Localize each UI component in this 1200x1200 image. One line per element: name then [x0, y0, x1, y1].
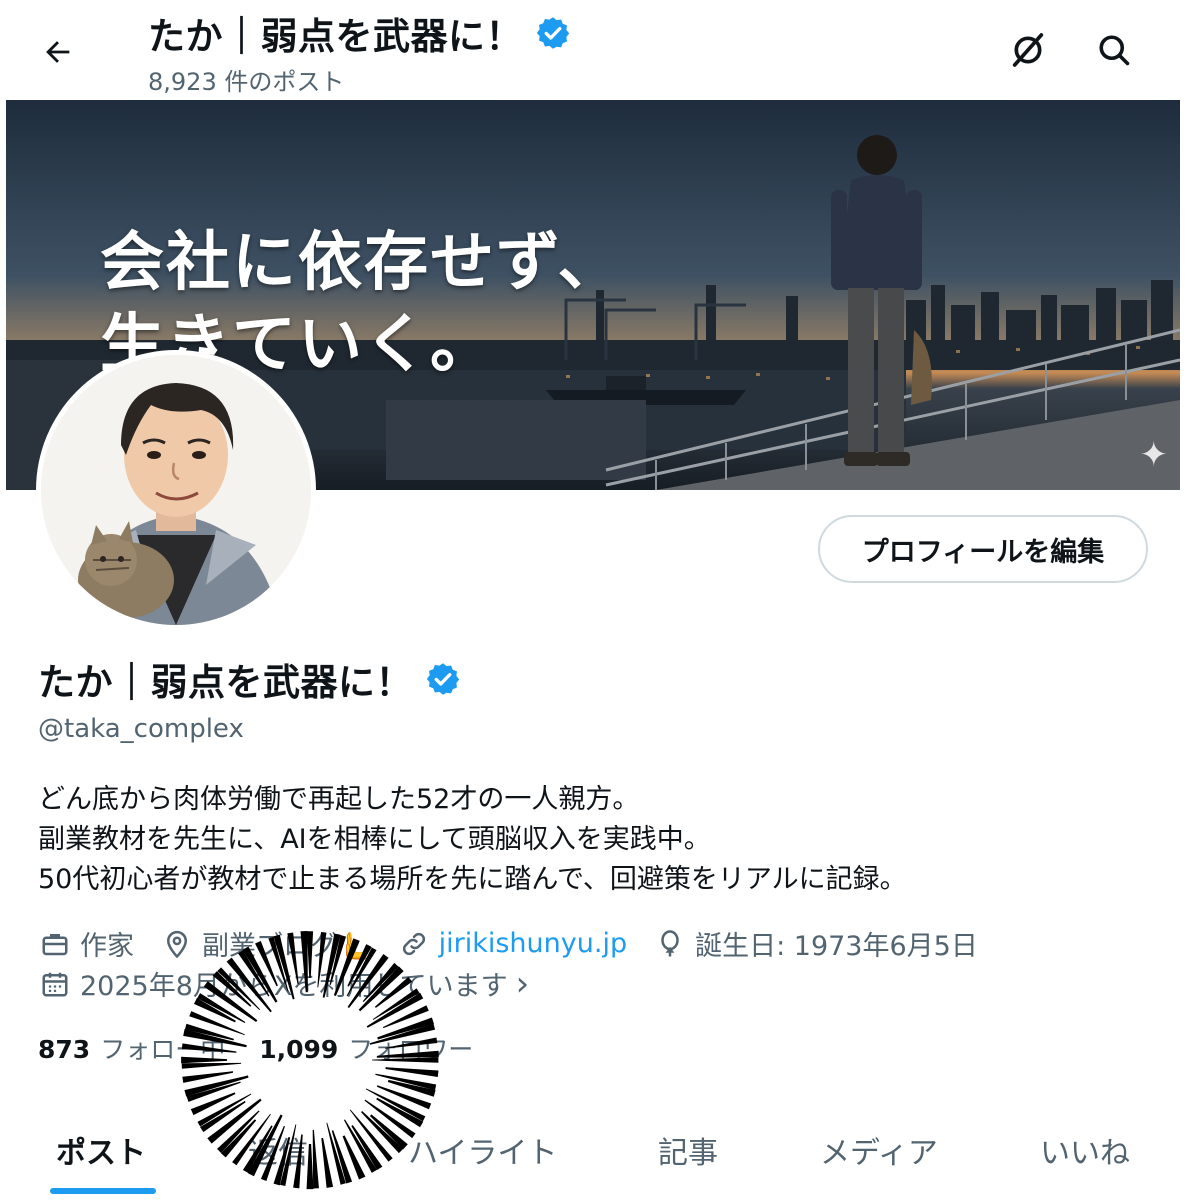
followers-label: フォロワー [348, 1035, 474, 1064]
tab-media[interactable]: メディア [820, 1128, 938, 1172]
active-tab-indicator [50, 1188, 156, 1194]
profile-handle: @taka_complex [38, 714, 244, 744]
verified-badge-icon[interactable] [425, 661, 461, 697]
meta-link[interactable]: jirikishunyu.jp [397, 927, 627, 961]
meta-birthday: 誕生日: 1973年6月5日 [653, 924, 978, 963]
followers-count: 1,099 [259, 1035, 339, 1064]
grok-icon [1012, 33, 1044, 67]
bio-line: 副業教材を先生に、AIを相棒にして頭脳収入を実践中。 [38, 824, 711, 855]
chevron-right-icon: › [515, 963, 530, 1004]
edit-profile-button[interactable]: プロフィールを編集 [818, 515, 1148, 583]
meta-location: 副業ブログ🫷 [160, 924, 371, 963]
profile-meta-row: 作家 副業ブログ🫷 jirikishunyu.jp 誕生日: 1973年6月5日 [38, 924, 1004, 963]
speed-line [184, 1075, 249, 1097]
header-title-row: たか｜弱点を武器に！ [148, 6, 571, 60]
bio-line: どん底から肉体労働で再起した52才の一人親方。 [38, 784, 640, 815]
bio-line: 50代初心者が教材で止まる場所を先に踏んで、回避策をリアルに記録。 [38, 864, 907, 895]
profile-bio: どん底から肉体労働で再起した52才の一人親方。 副業教材を先生に、AIを相棒にし… [38, 780, 1158, 900]
following-label: フォロー中 [100, 1035, 226, 1064]
tab-replies[interactable]: 返信 [248, 1128, 308, 1172]
profile-name-row: たか｜弱点を武器に！ [38, 652, 461, 706]
header-title: たか｜弱点を武器に！ [148, 15, 523, 58]
speed-line [376, 1085, 432, 1110]
link-icon [397, 927, 431, 961]
avatar[interactable] [36, 350, 316, 630]
tab-posts[interactable]: ポスト [56, 1128, 146, 1172]
search-icon [1099, 35, 1130, 66]
search-button[interactable] [1090, 26, 1138, 74]
banner-line-1: 会社に依存せず、 [100, 226, 624, 300]
meta-job: 作家 [38, 924, 134, 963]
meta-joined-label: 2025年8月からXを利用しています [80, 971, 508, 1002]
meta-job-label: 作家 [80, 931, 134, 962]
calendar-icon [38, 967, 72, 1001]
following-count: 873 [38, 1035, 91, 1064]
post-count: 8,923 件のポスト [148, 68, 345, 96]
profile-link[interactable]: jirikishunyu.jp [439, 928, 627, 959]
briefcase-icon [38, 927, 72, 961]
speed-line [186, 1081, 241, 1102]
profile-name: たか｜弱点を武器に！ [38, 661, 413, 704]
tab-likes[interactable]: いいね [1040, 1128, 1130, 1172]
grok-button[interactable] [1004, 26, 1052, 74]
tab-highlights[interactable]: ハイライト [408, 1128, 557, 1172]
back-button[interactable] [32, 26, 84, 78]
profile-joined-row[interactable]: 2025年8月からXを利用しています › [38, 964, 555, 1003]
speed-line [182, 1071, 234, 1083]
tab-articles[interactable]: 記事 [658, 1128, 718, 1172]
follow-stats: 873 フォロー中 1,099 フォロワー [38, 1030, 507, 1066]
speed-line [382, 1005, 429, 1029]
meta-birthday-label: 誕生日: 1973年6月5日 [695, 931, 978, 962]
following-link[interactable]: 873 フォロー中 [38, 1030, 225, 1066]
avatar-image [41, 355, 311, 625]
speed-line [385, 1067, 439, 1078]
followers-link[interactable]: 1,099 フォロワー [259, 1030, 473, 1066]
balloon-icon [653, 927, 687, 961]
speed-line [387, 1079, 436, 1097]
meta-joined[interactable]: 2025年8月からXを利用しています › [38, 964, 529, 1003]
sparkle-icon: ✦ [1139, 435, 1169, 475]
speed-line [375, 1073, 437, 1091]
profile-header: たか｜弱点を武器に！ 8,923 件のポスト [0, 0, 1200, 100]
arrow-left-icon [46, 41, 70, 63]
verified-badge-icon [536, 17, 570, 49]
profile-tabs: ポスト 返信 ハイライト 記事 メディア いいね [0, 1108, 1200, 1200]
location-pin-icon [160, 927, 194, 961]
meta-location-label: 副業ブログ🫷 [202, 931, 371, 962]
